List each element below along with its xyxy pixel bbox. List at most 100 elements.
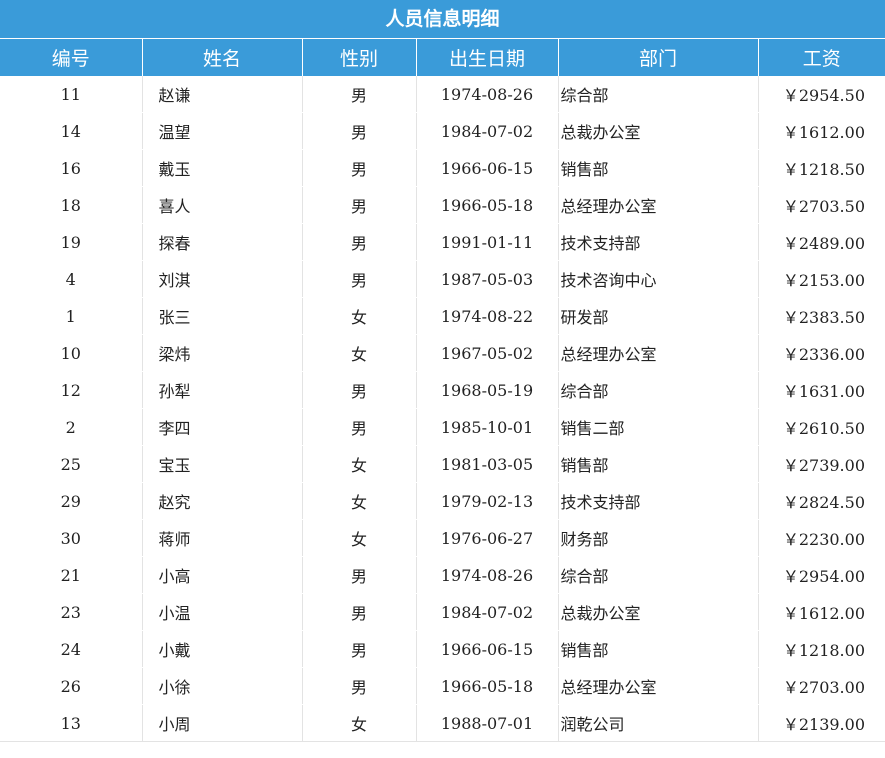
cell-department: 销售部 <box>558 149 759 187</box>
cell-salary: ￥2824.50 <box>758 482 885 520</box>
cell-id: 23 <box>0 593 143 631</box>
cell-birth-date: 1966-05-18 <box>416 667 559 705</box>
cell-gender: 男 <box>302 371 417 409</box>
table-row: 4 刘淇男 1987-05-03 技术咨询中心 ￥2153.00 <box>0 260 885 298</box>
table-row: 30 蒋师女 1976-06-27 财务部 ￥2230.00 <box>0 519 885 557</box>
cell-department: 总裁办公室 <box>558 593 759 631</box>
cell-salary: ￥1218.00 <box>758 630 885 668</box>
cell-name: 梁炜 <box>142 334 303 372</box>
cell-id: 19 <box>0 223 143 261</box>
cell-id: 30 <box>0 519 143 557</box>
cell-birth-date: 1985-10-01 <box>416 408 559 446</box>
column-header-department[interactable]: 部门 <box>558 39 759 76</box>
table-row: 26 小徐男 1966-05-18 总经理办公室 ￥2703.00 <box>0 667 885 705</box>
cell-birth-date: 1979-02-13 <box>416 482 559 520</box>
cell-id: 10 <box>0 334 143 372</box>
cell-birth-date: 1976-06-27 <box>416 519 559 557</box>
cell-id: 12 <box>0 371 143 409</box>
table-row: 2 李四男 1985-10-01 销售二部 ￥2610.50 <box>0 408 885 446</box>
cell-salary: ￥2230.00 <box>758 519 885 557</box>
cell-salary: ￥2954.50 <box>758 76 885 113</box>
cell-name: 赵谦 <box>142 76 303 113</box>
cell-salary: ￥1218.50 <box>758 149 885 187</box>
cell-id: 1 <box>0 297 143 335</box>
cell-name: 宝玉 <box>142 445 303 483</box>
cell-name: 小徐 <box>142 667 303 705</box>
cell-name: 张三 <box>142 297 303 335</box>
cell-name: 探春 <box>142 223 303 261</box>
cell-gender: 男 <box>302 630 417 668</box>
cell-salary: ￥2489.00 <box>758 223 885 261</box>
cell-gender: 男 <box>302 149 417 187</box>
cell-id: 24 <box>0 630 143 668</box>
cell-gender: 女 <box>302 445 417 483</box>
table-row: 24 小戴男 1966-06-15 销售部 ￥1218.00 <box>0 630 885 668</box>
cell-gender: 男 <box>302 260 417 298</box>
cell-id: 26 <box>0 667 143 705</box>
cell-department: 财务部 <box>558 519 759 557</box>
cell-birth-date: 1966-06-15 <box>416 630 559 668</box>
cell-gender: 女 <box>302 297 417 335</box>
cell-id: 16 <box>0 149 143 187</box>
cell-department: 销售部 <box>558 630 759 668</box>
cell-name: 刘淇 <box>142 260 303 298</box>
report-title: 人员信息明细 <box>0 0 885 39</box>
table-row: 18 喜人男 1966-05-18 总经理办公室 ￥2703.50 <box>0 186 885 224</box>
cell-id: 14 <box>0 112 143 150</box>
table-header: 编号 姓名 性别 出生日期 部门 工资 <box>0 39 885 76</box>
cell-id: 21 <box>0 556 143 594</box>
cell-id: 13 <box>0 704 143 742</box>
cell-gender: 男 <box>302 593 417 631</box>
cell-gender: 男 <box>302 76 417 113</box>
cell-department: 研发部 <box>558 297 759 335</box>
cell-birth-date: 1987-05-03 <box>416 260 559 298</box>
employee-table: 编号 姓名 性别 出生日期 部门 工资 11 赵谦男 1974-08-26 综合部 ￥2… <box>0 39 885 742</box>
cell-gender: 男 <box>302 112 417 150</box>
cell-name: 李四 <box>142 408 303 446</box>
cell-id: 11 <box>0 76 143 113</box>
table-row: 21 小高男 1974-08-26 综合部 ￥2954.00 <box>0 556 885 594</box>
cell-name: 小温 <box>142 593 303 631</box>
cell-department: 总经理办公室 <box>558 334 759 372</box>
table-row: 19 探春男 1991-01-11 技术支持部 ￥2489.00 <box>0 223 885 261</box>
column-header-id[interactable]: 编号 <box>0 39 143 76</box>
cell-birth-date: 1988-07-01 <box>416 704 559 742</box>
cell-id: 18 <box>0 186 143 224</box>
cell-salary: ￥2139.00 <box>758 704 885 742</box>
cell-salary: ￥2383.50 <box>758 297 885 335</box>
cell-department: 总经理办公室 <box>558 667 759 705</box>
cell-gender: 男 <box>302 223 417 261</box>
cell-id: 4 <box>0 260 143 298</box>
cell-salary: ￥2703.00 <box>758 667 885 705</box>
cell-department: 综合部 <box>558 76 759 113</box>
cell-gender: 女 <box>302 704 417 742</box>
cell-name: 喜人 <box>142 186 303 224</box>
column-header-birth-date[interactable]: 出生日期 <box>416 39 559 76</box>
cell-gender: 男 <box>302 408 417 446</box>
cell-birth-date: 1974-08-22 <box>416 297 559 335</box>
cell-birth-date: 1984-07-02 <box>416 593 559 631</box>
report: 人员信息明细 编号 姓名 性别 出生日期 部门 工资 11 赵谦男 1974-08-… <box>0 0 885 742</box>
table-row: 25 宝玉女 1981-03-05 销售部 ￥2739.00 <box>0 445 885 483</box>
cell-salary: ￥2153.00 <box>758 260 885 298</box>
cell-name: 赵究 <box>142 482 303 520</box>
cell-birth-date: 1991-01-11 <box>416 223 559 261</box>
cell-gender: 女 <box>302 482 417 520</box>
table-row: 1 张三女 1974-08-22 研发部 ￥2383.50 <box>0 297 885 335</box>
cell-department: 销售部 <box>558 445 759 483</box>
cell-id: 25 <box>0 445 143 483</box>
column-header-gender[interactable]: 性别 <box>302 39 417 76</box>
cell-name: 蒋师 <box>142 519 303 557</box>
cell-id: 2 <box>0 408 143 446</box>
cell-birth-date: 1967-05-02 <box>416 334 559 372</box>
column-header-name[interactable]: 姓名 <box>142 39 303 76</box>
cell-gender: 男 <box>302 667 417 705</box>
table-row: 29 赵究女 1979-02-13 技术支持部 ￥2824.50 <box>0 482 885 520</box>
cell-gender: 男 <box>302 556 417 594</box>
table-row: 11 赵谦男 1974-08-26 综合部 ￥2954.50 <box>0 76 885 113</box>
cell-name: 小高 <box>142 556 303 594</box>
cell-salary: ￥2954.00 <box>758 556 885 594</box>
cell-name: 温望 <box>142 112 303 150</box>
cell-birth-date: 1974-08-26 <box>416 556 559 594</box>
column-header-salary[interactable]: 工资 <box>758 39 885 76</box>
